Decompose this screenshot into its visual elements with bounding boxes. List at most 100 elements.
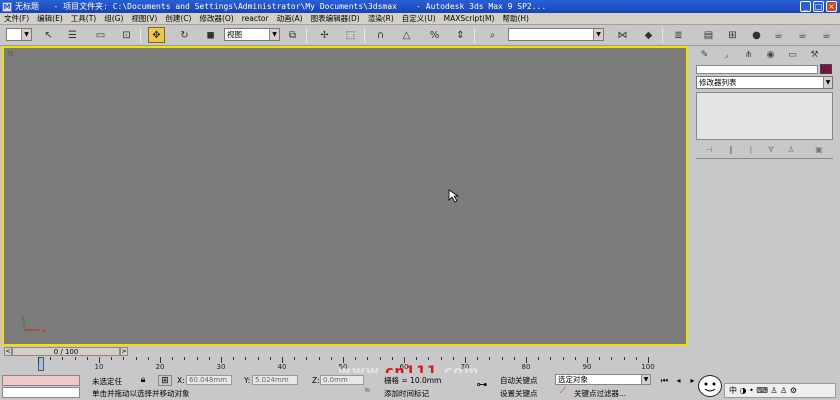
select-and-manipulate-icon[interactable]: ✢ (316, 27, 333, 43)
next-frame-arrow-icon[interactable]: > (120, 347, 128, 356)
time-tag-icon[interactable]: ⚑ (360, 387, 374, 398)
ruler-tick (123, 357, 125, 360)
object-name-field[interactable] (696, 65, 818, 74)
selection-status: 未选定任 (92, 377, 122, 386)
pivot-center-icon[interactable]: ⧉ (284, 27, 301, 43)
ruler-tick (440, 357, 442, 360)
maximize-button[interactable]: □ (813, 1, 824, 12)
percent-snap-icon[interactable]: % (426, 27, 443, 43)
menu-rendering[interactable]: 渲染(R) (364, 13, 398, 24)
motion-tab-icon[interactable]: ◉ (762, 48, 779, 61)
angle-snap-icon[interactable]: △ (398, 27, 415, 43)
spinner-snap-icon[interactable]: ⇕ (452, 27, 469, 43)
named-selection-sets-dropdown[interactable]: ▼ (508, 28, 604, 41)
reference-coordinate-dropdown[interactable]: 视图 ▼ (224, 28, 280, 41)
select-and-scale-icon[interactable]: ◼ (202, 27, 219, 43)
ruler-tick (38, 357, 39, 363)
select-and-rotate-icon[interactable]: ↻ (176, 27, 193, 43)
configure-modifier-sets-icon[interactable]: ♙ (784, 145, 798, 155)
selection-set-dropdown[interactable]: ▼ (6, 28, 32, 41)
render-scene-icon[interactable]: ☕ (770, 27, 787, 43)
quick-render-icon[interactable]: ☕ (794, 27, 811, 43)
menu-modifiers[interactable]: 修改器(O) (195, 13, 237, 24)
ime-status-bar[interactable]: 中 ◑ • ⌨ ♙ ♙ ⚙ (724, 383, 836, 398)
select-object-icon[interactable]: ↖ (40, 27, 57, 43)
utilities-tab-icon[interactable]: ⚒ (806, 48, 823, 61)
mouse-cursor-icon (448, 189, 460, 203)
time-slider-thumb[interactable]: 0 / 100 (12, 347, 120, 356)
menu-reactor[interactable]: reactor (238, 14, 273, 23)
menu-group[interactable]: 组(G) (100, 13, 127, 24)
auto-key-button[interactable]: 自动关键点 (500, 375, 538, 386)
y-coordinate-field[interactable]: 5.024mm (252, 375, 298, 385)
show-end-result-icon[interactable]: ‖ (724, 145, 738, 155)
add-time-tag[interactable]: 添加时间标记 (384, 388, 429, 399)
menu-views[interactable]: 视图(V) (127, 13, 161, 24)
keyboard-shortcut-override-icon[interactable]: ⬚ (342, 27, 359, 43)
previous-frame-icon[interactable]: ◂ (672, 375, 685, 386)
display-tab-icon[interactable]: ▭ (784, 48, 801, 61)
window-title: 无标题 - 项目文件夹: C:\Documents and Settings\A… (15, 2, 547, 11)
previous-frame-arrow-icon[interactable]: < (4, 347, 12, 356)
make-unique-icon[interactable]: ∣ (744, 145, 758, 155)
maxscript-listener-output[interactable] (2, 387, 80, 398)
ruler-tick (428, 357, 430, 360)
menu-customize[interactable]: 自定义(U) (398, 13, 440, 24)
layer-manager-icon[interactable]: ≣ (670, 27, 687, 43)
menu-bar: 文件(F) 编辑(E) 工具(T) 组(G) 视图(V) 创建(C) 修改器(O… (0, 13, 840, 25)
configure-button-icon[interactable]: ▣ (812, 145, 826, 155)
go-to-start-icon[interactable]: ⏮ (658, 375, 671, 386)
minimize-button[interactable]: _ (800, 1, 811, 12)
set-key-button[interactable]: 设置关键点 (500, 388, 538, 399)
render-last-icon[interactable]: ☕ (818, 27, 835, 43)
modifier-stack[interactable] (696, 92, 833, 140)
create-tab-icon[interactable]: ✎ (696, 48, 713, 61)
absolute-mode-icon[interactable]: ⊞ (158, 375, 172, 386)
modifier-list-dropdown[interactable]: 修改器列表 ▼ (696, 76, 833, 89)
key-filters-icon[interactable]: ⟋ (556, 386, 570, 397)
hierarchy-tab-icon[interactable]: ⋔ (740, 48, 757, 61)
set-key-icon[interactable]: ⊶ (472, 379, 492, 391)
menu-create[interactable]: 创建(C) (161, 13, 195, 24)
schematic-view-icon[interactable]: ⊞ (724, 27, 741, 43)
z-label: Z: (312, 376, 320, 385)
ruler-tick (574, 357, 576, 360)
window-crossing-icon[interactable]: ⊡ (118, 27, 135, 43)
ruler-tick (452, 357, 454, 360)
menu-animation[interactable]: 动画(A) (273, 13, 307, 24)
menu-file[interactable]: 文件(F) (0, 13, 33, 24)
menu-help[interactable]: 帮助(H) (498, 13, 533, 24)
modify-tab-icon[interactable]: ◞ (718, 48, 735, 61)
select-by-name-icon[interactable]: ☰ (64, 27, 81, 43)
time-slider[interactable]: < 0 / 100 > (2, 346, 688, 357)
select-and-move-icon[interactable]: ✥ (148, 27, 165, 43)
remove-modifier-icon[interactable]: ∀ (764, 145, 778, 155)
object-color-swatch[interactable] (820, 64, 832, 74)
lock-selection-icon[interactable]: 🔒︎ (136, 375, 150, 386)
mirror-icon[interactable]: ⋈ (614, 27, 631, 43)
snap-toggle-icon[interactable]: ∩ (372, 27, 389, 43)
menu-edit[interactable]: 编辑(E) (33, 13, 67, 24)
pin-stack-icon[interactable]: ⊣ (702, 145, 716, 155)
ime-toolbar[interactable]: 中 ◑ • ⌨ ♙ ♙ ⚙ (696, 373, 840, 400)
viewport-top[interactable]: 顶 x y (2, 46, 688, 346)
material-editor-icon[interactable]: ● (748, 27, 765, 43)
ruler-tick (513, 357, 515, 360)
ruler-tick (318, 357, 320, 360)
ruler-tick (196, 357, 198, 360)
z-coordinate-field[interactable]: 0.0mm (320, 375, 364, 385)
maxscript-listener[interactable] (2, 375, 80, 386)
rectangular-selection-icon[interactable]: ▭ (92, 27, 109, 43)
menu-maxscript[interactable]: MAXScript(M) (440, 14, 499, 23)
key-filters-button[interactable]: 关键点过滤器... (574, 388, 626, 399)
viewport-label[interactable]: 顶 (7, 49, 13, 58)
x-coordinate-field[interactable]: 60.048mm (186, 375, 232, 385)
align-icon[interactable]: ◆ (640, 27, 657, 43)
key-mode-dropdown[interactable]: 选定对象 ▼ (555, 374, 651, 385)
app-icon[interactable]: M (2, 1, 12, 12)
close-button[interactable]: × (826, 1, 837, 12)
menu-graph-editors[interactable]: 图表编辑器(D) (307, 13, 364, 24)
edit-named-selection-icon[interactable]: ⌕ (484, 27, 501, 43)
menu-tools[interactable]: 工具(T) (67, 13, 100, 24)
curve-editor-icon[interactable]: ▤ (700, 27, 717, 43)
